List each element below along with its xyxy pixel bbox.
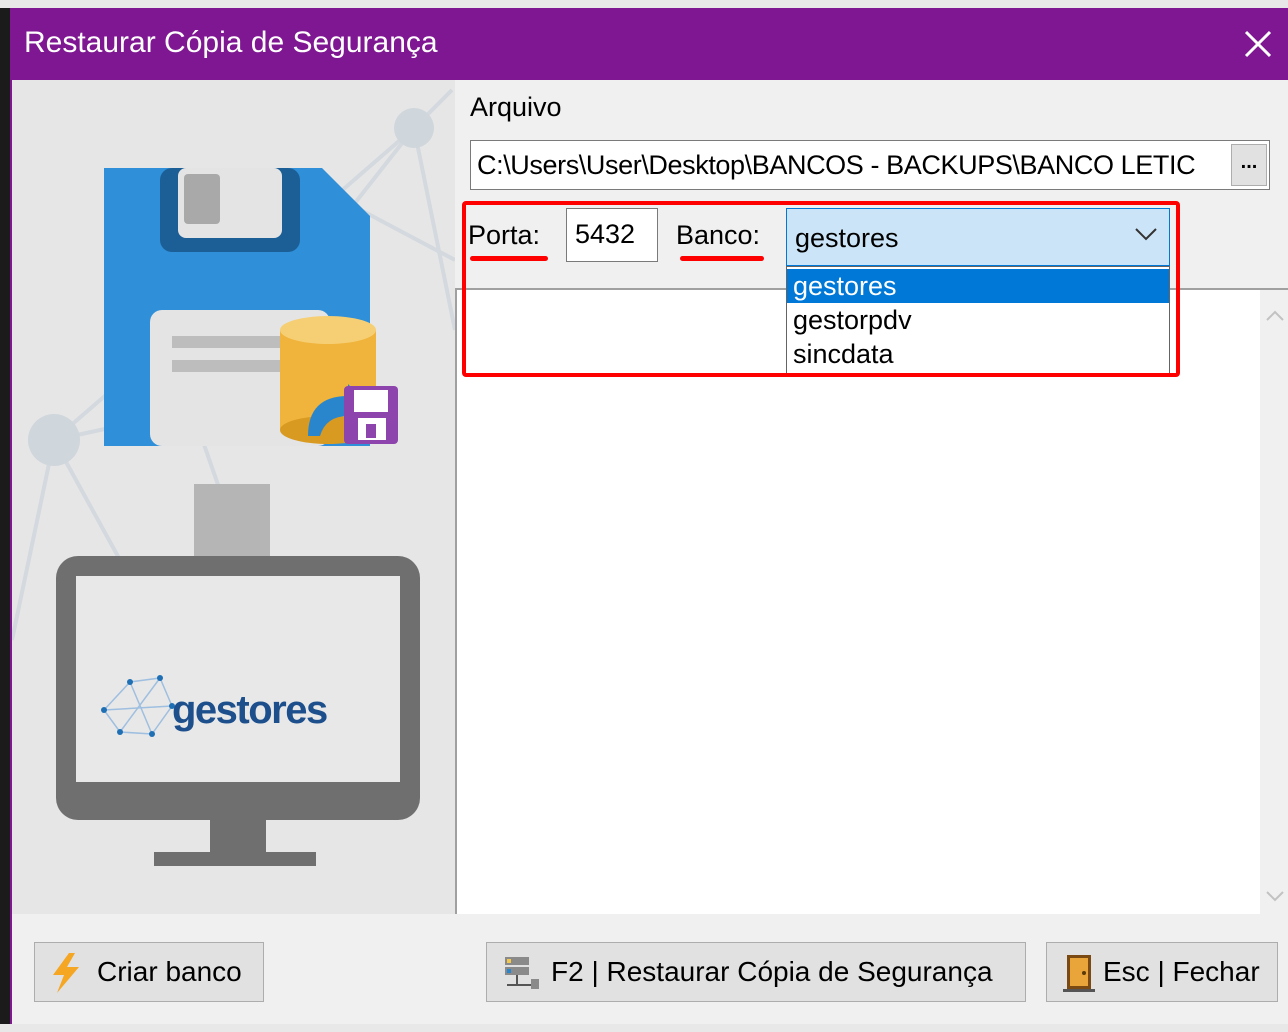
criar-banco-label: Criar banco — [97, 956, 242, 987]
door-exit-icon — [1063, 955, 1095, 992]
highlight-annotation-box — [462, 201, 1180, 377]
browse-button[interactable]: ... — [1231, 144, 1267, 186]
illustration-panel: gestores — [12, 80, 455, 916]
title-bar[interactable]: Restaurar Cópia de Segurança — [12, 8, 1288, 80]
close-button[interactable] — [1226, 8, 1288, 80]
bottom-button-bar: Criar banco F2 | Restaurar Cópia de Segu… — [12, 914, 1288, 1024]
scroll-down-icon[interactable] — [1265, 890, 1285, 904]
gestores-logo-text: gestores — [172, 688, 328, 732]
arquivo-label: Arquivo — [470, 92, 562, 122]
restaurar-button[interactable]: F2 | Restaurar Cópia de Segurança — [486, 942, 1026, 1002]
background-app-top — [0, 0, 1288, 8]
scroll-up-icon[interactable] — [1265, 308, 1285, 322]
restaurar-label: F2 | Restaurar Cópia de Segurança — [551, 956, 993, 987]
dialog-title: Restaurar Cópia de Segurança — [24, 26, 438, 59]
restore-log-area[interactable] — [455, 288, 1288, 914]
lightning-icon — [53, 953, 79, 993]
restore-backup-dialog: Restaurar Cópia de Segurança gestores Ar… — [10, 8, 1288, 1024]
restore-illustration — [12, 88, 455, 866]
fechar-button[interactable]: Esc | Fechar — [1046, 942, 1278, 1002]
fechar-label: Esc | Fechar — [1103, 956, 1260, 987]
log-scrollbar[interactable] — [1260, 290, 1288, 914]
criar-banco-button[interactable]: Criar banco — [34, 942, 264, 1002]
background-app-bottom — [0, 1024, 1288, 1032]
close-icon — [1244, 30, 1272, 58]
arquivo-path-field[interactable]: C:\Users\User\Desktop\BANCOS - BACKUPS\B… — [470, 140, 1270, 190]
small-floppy-icon — [344, 386, 398, 444]
restore-server-icon — [505, 957, 539, 989]
arquivo-path-value: C:\Users\User\Desktop\BANCOS - BACKUPS\B… — [477, 150, 1196, 180]
